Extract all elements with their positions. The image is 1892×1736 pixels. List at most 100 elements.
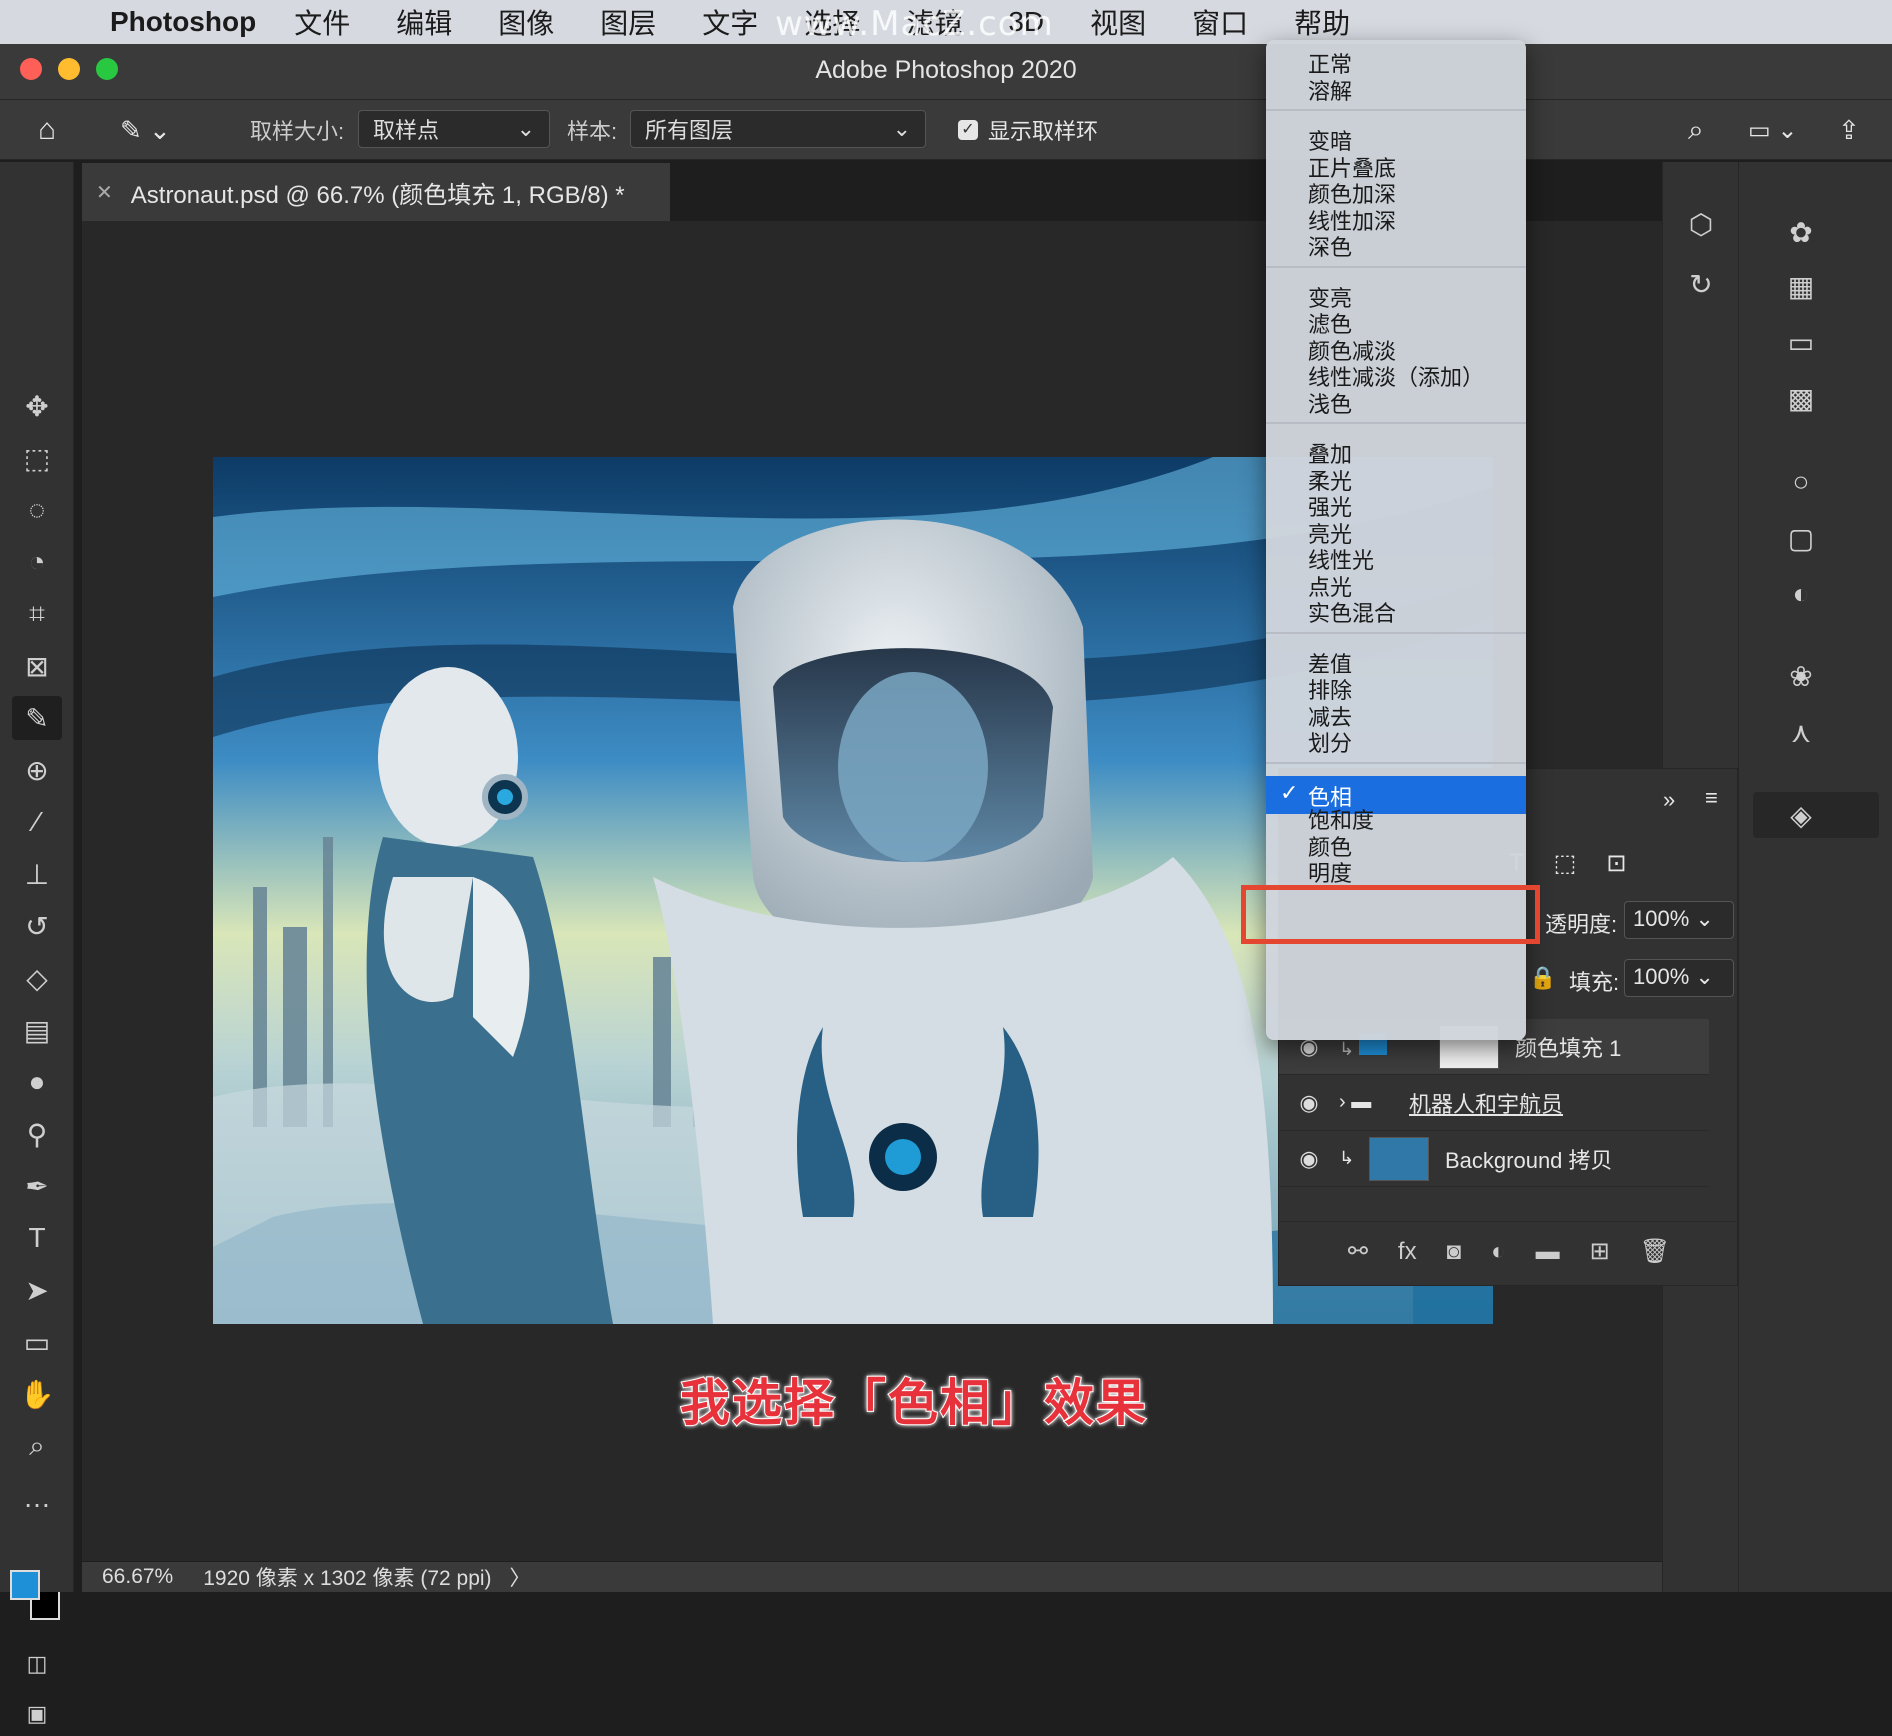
collapse-panel-icon[interactable]: » [1663,787,1675,813]
blend-mode-item[interactable]: 实色混合 [1308,599,1396,629]
menu-edit[interactable]: 编辑 [396,2,452,42]
new-group-icon[interactable]: ▬ [1536,1238,1560,1266]
swatches-panel-icon[interactable]: ▦ [1781,266,1821,306]
eraser-tool-icon[interactable]: ◇ [12,956,62,1000]
menu-app-name[interactable]: Photoshop [110,6,256,38]
new-layer-icon[interactable]: ⊞ [1590,1237,1610,1266]
clone-stamp-tool-icon[interactable]: ⊥ [12,852,62,896]
patterns-panel-icon[interactable]: ▩ [1781,378,1821,418]
learn-panel-icon[interactable]: ○ [1781,462,1821,502]
blend-mode-item[interactable]: 颜色加深 [1308,180,1396,210]
blend-mode-item[interactable]: 线性加深 [1308,207,1396,237]
link-layers-icon[interactable]: ⚯ [1348,1237,1368,1266]
blend-mode-item[interactable]: 变亮 [1308,284,1352,314]
eye-icon[interactable]: ◉ [1279,1146,1339,1172]
history-panel-icon[interactable]: ↻ [1681,264,1721,304]
blend-mode-item[interactable]: 排除 [1308,676,1352,706]
share-icon[interactable]: ⇪ [1838,112,1860,148]
quick-mask-icon[interactable]: ◫ [12,1642,62,1686]
blend-mode-item[interactable]: 颜色 [1308,833,1352,863]
blend-mode-item[interactable]: 溶解 [1308,77,1352,107]
layer-thumbnail[interactable] [1369,1136,1429,1181]
path-selection-tool-icon[interactable]: ➤ [12,1268,62,1312]
layers-panel-tab[interactable]: ◈ [1753,792,1879,838]
blend-mode-item[interactable]: 柔光 [1308,467,1352,497]
quick-selection-tool-icon[interactable]: ◔ [12,540,62,584]
3d-panel-icon[interactable]: ⬡ [1681,204,1721,244]
dodge-tool-icon[interactable]: ⚲ [12,1112,62,1156]
color-panel-icon[interactable]: ✿ [1781,212,1821,252]
gradients-panel-icon[interactable]: ▭ [1781,322,1821,362]
add-mask-icon[interactable]: ◙ [1447,1238,1462,1266]
blend-mode-item[interactable]: 线性减淡（添加） [1308,363,1484,393]
menu-layer[interactable]: 图层 [600,2,656,42]
healing-brush-tool-icon[interactable]: ⊕ [12,748,62,792]
move-tool-icon[interactable]: ✥ [12,384,62,428]
blend-mode-item[interactable]: 浅色 [1308,390,1352,420]
gradient-tool-icon[interactable]: ▤ [12,1008,62,1052]
eyedropper-tool-icon[interactable]: ✎ [12,696,62,740]
blend-mode-item[interactable]: 深色 [1308,233,1352,263]
blend-mode-item[interactable]: 减去 [1308,703,1352,733]
foreground-color-swatch[interactable] [10,1570,40,1600]
more-tools-icon[interactable]: … [12,1476,62,1520]
type-tool-icon[interactable]: T [12,1216,62,1260]
fill-input[interactable]: 100% ⌄ [1624,959,1734,997]
blend-mode-item[interactable]: 差值 [1308,650,1352,680]
menu-image[interactable]: 图像 [498,2,554,42]
blend-mode-item[interactable]: 点光 [1308,573,1352,603]
zoom-level[interactable]: 66.67% [102,1565,173,1589]
blend-mode-item[interactable]: 饱和度 [1308,806,1374,836]
adjustments-panel-icon[interactable]: ◐ [1781,574,1821,614]
blend-mode-item[interactable]: 线性光 [1308,546,1374,576]
history-brush-tool-icon[interactable]: ↺ [12,904,62,948]
panel-menu-icon[interactable]: ≡ [1705,785,1718,811]
channels-panel-icon[interactable]: ❀ [1781,656,1821,696]
fx-icon[interactable]: fx [1398,1238,1417,1266]
blend-mode-item[interactable]: 正片叠底 [1308,154,1396,184]
menu-file[interactable]: 文件 [294,2,350,42]
crop-tool-icon[interactable]: ⌗ [12,592,62,636]
paths-panel-icon[interactable]: ⋏ [1781,712,1821,752]
frame-tool-icon[interactable]: ⊠ [12,644,62,688]
blend-mode-item[interactable]: 滤色 [1308,310,1352,340]
close-tab-icon[interactable]: ✕ [96,180,113,205]
marquee-tool-icon[interactable]: ⬚ [12,436,62,480]
brush-tool-icon[interactable]: ⁄ [12,800,62,844]
blend-mode-item-selected[interactable]: ✓ 色相 [1266,775,1526,814]
sample-size-select[interactable]: 取样点 ⌄ [358,110,550,148]
layer-group-row[interactable]: ◉ › ▬ 机器人和宇航员 [1279,1075,1709,1131]
hand-tool-icon[interactable]: ✋ [12,1372,62,1416]
pen-tool-icon[interactable]: ✒ [12,1164,62,1208]
menu-help[interactable]: 帮助 [1294,2,1350,42]
shape-filter-icon[interactable]: ⬚ [1554,849,1577,878]
sample-select[interactable]: 所有图层 ⌄ [630,110,926,148]
blend-mode-item[interactable]: 叠加 [1308,440,1352,470]
document-tab[interactable]: ✕ Astronaut.psd @ 66.7% (颜色填充 1, RGB/8) … [82,163,670,221]
smart-object-filter-icon[interactable]: ⊡ [1606,849,1626,878]
blur-tool-icon[interactable]: ● [12,1060,62,1104]
status-expand-arrow[interactable]: 〉 [510,1562,531,1592]
blend-mode-item[interactable]: 颜色减淡 [1308,337,1396,367]
lock-icon[interactable]: 🔒 [1529,965,1556,991]
blend-mode-item[interactable]: 亮光 [1308,520,1352,550]
blend-mode-item[interactable]: 强光 [1308,493,1352,523]
zoom-tool-icon[interactable]: ⌕ [12,1424,62,1468]
rectangle-tool-icon[interactable]: ▭ [12,1320,62,1364]
libraries-panel-icon[interactable]: ▢ [1781,518,1821,558]
eyedropper-preset-icon[interactable]: ✎ ⌄ [120,112,171,148]
blend-mode-item[interactable]: 正常 [1308,50,1352,80]
lasso-tool-icon[interactable]: ◌ [12,488,62,532]
opacity-input[interactable]: 100% ⌄ [1624,901,1734,939]
screen-mode-icon[interactable]: ▣ [12,1692,62,1736]
eye-icon[interactable]: ◉ [1279,1090,1339,1116]
layer-row[interactable]: ◉ ↳ Background 拷贝 [1279,1131,1709,1187]
show-sampling-ring-checkbox[interactable]: ✓ 显示取样环 [958,112,1098,148]
adjustment-layer-icon[interactable]: ◐ [1491,1238,1506,1266]
blend-mode-item[interactable]: 变暗 [1308,127,1352,157]
home-icon[interactable]: ⌂ [38,112,56,148]
menu-type[interactable]: 文字 [702,2,758,42]
blend-mode-item[interactable]: 划分 [1308,729,1352,759]
menu-view[interactable]: 视图 [1090,2,1146,42]
trash-icon[interactable]: 🗑 [1640,1237,1670,1266]
